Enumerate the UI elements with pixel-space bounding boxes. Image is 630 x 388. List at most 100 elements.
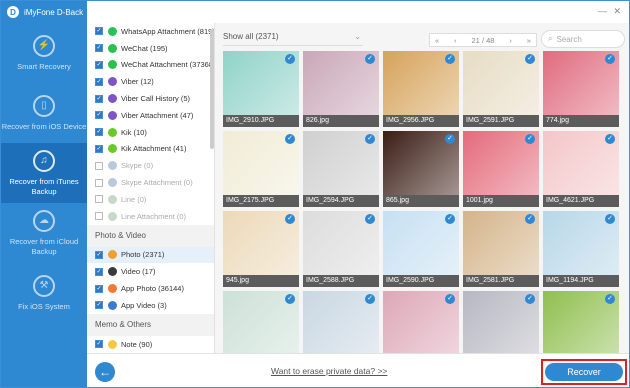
selected-check-icon[interactable]: ✓ xyxy=(365,294,375,304)
nav-item-0[interactable]: ⚡ Smart Recovery xyxy=(1,23,87,83)
selected-check-icon[interactable]: ✓ xyxy=(605,54,615,64)
checkbox[interactable]: ✓ xyxy=(95,144,103,153)
photo-tile[interactable]: ✓ 1001.jpg xyxy=(463,131,539,207)
photo-tile[interactable]: ✓ IMG_2175.JPG xyxy=(223,131,299,207)
category-item[interactable]: ✓ WeChat (195) xyxy=(87,40,214,57)
app-icon xyxy=(108,250,117,260)
nav-item-4[interactable]: ⚒ Fix iOS System xyxy=(1,263,87,323)
next-page-icon[interactable]: › xyxy=(509,36,512,45)
checkbox[interactable]: ✓ xyxy=(95,250,103,259)
minimize-button[interactable]: — xyxy=(598,6,607,16)
photo-tile[interactable]: ✓673.jpg xyxy=(303,291,379,353)
checkbox[interactable]: ✓ xyxy=(95,128,103,137)
checkbox[interactable]: ✓ xyxy=(95,94,103,103)
selected-check-icon[interactable]: ✓ xyxy=(525,214,535,224)
checkbox[interactable] xyxy=(95,212,103,221)
checkbox[interactable]: ✓ xyxy=(95,340,103,349)
photo-tile[interactable]: ✓IMG_2354.JPG xyxy=(223,291,299,353)
selected-check-icon[interactable]: ✓ xyxy=(605,294,615,304)
checkbox[interactable]: ✓ xyxy=(95,284,103,293)
last-page-icon[interactable]: » xyxy=(527,36,531,45)
selected-check-icon[interactable]: ✓ xyxy=(365,134,375,144)
checkbox[interactable] xyxy=(95,178,103,187)
title-bar: D iMyFone D-Back xyxy=(1,1,87,23)
close-button[interactable]: ✕ xyxy=(613,6,621,17)
search-input[interactable]: ⌕ Search xyxy=(541,30,625,48)
wrench-icon: ⚒ xyxy=(33,274,55,297)
selected-check-icon[interactable]: ✓ xyxy=(365,54,375,64)
photo-tile[interactable]: ✓ 865.jpg xyxy=(383,131,459,207)
selected-check-icon[interactable]: ✓ xyxy=(445,54,455,64)
checkbox[interactable] xyxy=(95,161,103,170)
category-item[interactable]: ✓ Video (17) xyxy=(87,263,214,280)
app-icon xyxy=(108,161,117,171)
category-item[interactable]: ✓ App Photo (36144) xyxy=(87,280,214,297)
photo-tile[interactable]: ✓A9B646A8-A5B9-4. xyxy=(543,291,619,353)
back-button[interactable]: ← xyxy=(95,362,115,382)
category-item[interactable]: ✓ Kik Attachment (41) xyxy=(87,141,214,158)
photo-tile[interactable]: ✓ IMG_2591.JPG xyxy=(463,51,539,127)
photo-tile[interactable]: ✓IMG_2335.JPG xyxy=(383,291,459,353)
photo-tile[interactable]: ✓ IMG_2588.JPG xyxy=(303,211,379,287)
category-label: Line (0) xyxy=(121,194,147,204)
checkbox[interactable]: ✓ xyxy=(95,77,103,86)
category-item[interactable]: Line (0) xyxy=(87,191,214,208)
photo-tile[interactable]: ✓ IMG_4621.JPG xyxy=(543,131,619,207)
category-item[interactable]: ✓ App Video (3) xyxy=(87,297,214,314)
category-item[interactable]: ✓ Kik (10) xyxy=(87,124,214,141)
photo-tile[interactable]: ✓ IMG_2956.JPG xyxy=(383,51,459,127)
photo-tile[interactable]: ✓ 774.jpg xyxy=(543,51,619,127)
category-item[interactable]: Line Attachment (0) xyxy=(87,208,214,225)
selected-check-icon[interactable]: ✓ xyxy=(365,214,375,224)
photo-tile[interactable]: ✓ 945.jpg xyxy=(223,211,299,287)
category-item[interactable]: ✓ WhatsApp Attachment (819) xyxy=(87,23,214,40)
selected-check-icon[interactable]: ✓ xyxy=(605,214,615,224)
scrollbar[interactable] xyxy=(210,29,214,149)
recover-button[interactable]: Recover xyxy=(545,363,623,381)
category-item[interactable]: ✓ Viber (12) xyxy=(87,73,214,90)
photo-tile[interactable]: ✓ IMG_2590.JPG xyxy=(383,211,459,287)
photo-tile[interactable]: ✓958.jpg xyxy=(463,291,539,353)
selected-check-icon[interactable]: ✓ xyxy=(445,294,455,304)
category-label: Kik Attachment (41) xyxy=(121,144,187,154)
selected-check-icon[interactable]: ✓ xyxy=(285,294,295,304)
category-item[interactable]: ✓ Viber Call History (5) xyxy=(87,90,214,107)
photo-tile[interactable]: ✓ IMG_1194.JPG xyxy=(543,211,619,287)
photo-tile[interactable]: ✓ IMG_2581.JPG xyxy=(463,211,539,287)
selected-check-icon[interactable]: ✓ xyxy=(605,134,615,144)
checkbox[interactable]: ✓ xyxy=(95,111,103,120)
nav-item-3[interactable]: ☁ Recover from iCloud Backup xyxy=(1,203,87,263)
photo-tile[interactable]: ✓ IMG_2594.JPG xyxy=(303,131,379,207)
nav-item-2[interactable]: ♫ Recover from iTunes Backup xyxy=(1,143,87,203)
prev-page-icon[interactable]: ‹ xyxy=(454,36,457,45)
category-item[interactable]: Skype Attachment (0) xyxy=(87,174,214,191)
first-page-icon[interactable]: « xyxy=(435,36,439,45)
selected-check-icon[interactable]: ✓ xyxy=(445,214,455,224)
checkbox[interactable]: ✓ xyxy=(95,301,103,310)
nav-item-1[interactable]: ▯ Recover from iOS Device xyxy=(1,83,87,143)
checkbox[interactable] xyxy=(95,195,103,204)
checkbox[interactable]: ✓ xyxy=(95,27,103,36)
category-item[interactable]: ✓ Note (90) xyxy=(87,336,214,353)
category-item[interactable]: Skype (0) xyxy=(87,157,214,174)
erase-link[interactable]: Want to erase private data? >> xyxy=(271,366,387,376)
category-item[interactable]: ✓ Viber Attachment (47) xyxy=(87,107,214,124)
selected-check-icon[interactable]: ✓ xyxy=(285,214,295,224)
photo-filename: IMG_2581.JPG xyxy=(463,275,539,287)
photo-tile[interactable]: ✓ IMG_2910.JPG xyxy=(223,51,299,127)
photo-filename: IMG_2910.JPG xyxy=(223,115,299,127)
photo-grid: ✓ IMG_2910.JPG ✓ 826.jpg ✓ IMG_2956.JPG ✓ IMG_2… xyxy=(223,51,629,353)
selected-check-icon[interactable]: ✓ xyxy=(285,134,295,144)
category-item[interactable]: ✓ Photo (2371) xyxy=(87,246,214,264)
checkbox[interactable]: ✓ xyxy=(95,60,103,69)
checkbox[interactable]: ✓ xyxy=(95,267,103,276)
category-item[interactable]: ✓ WeChat Attachment (37368) xyxy=(87,57,214,74)
selected-check-icon[interactable]: ✓ xyxy=(525,294,535,304)
selected-check-icon[interactable]: ✓ xyxy=(525,134,535,144)
selected-check-icon[interactable]: ✓ xyxy=(525,54,535,64)
selected-check-icon[interactable]: ✓ xyxy=(285,54,295,64)
filter-dropdown[interactable]: Show all (2371) ⌄ xyxy=(223,32,363,46)
checkbox[interactable]: ✓ xyxy=(95,44,103,53)
photo-tile[interactable]: ✓ 826.jpg xyxy=(303,51,379,127)
selected-check-icon[interactable]: ✓ xyxy=(445,134,455,144)
